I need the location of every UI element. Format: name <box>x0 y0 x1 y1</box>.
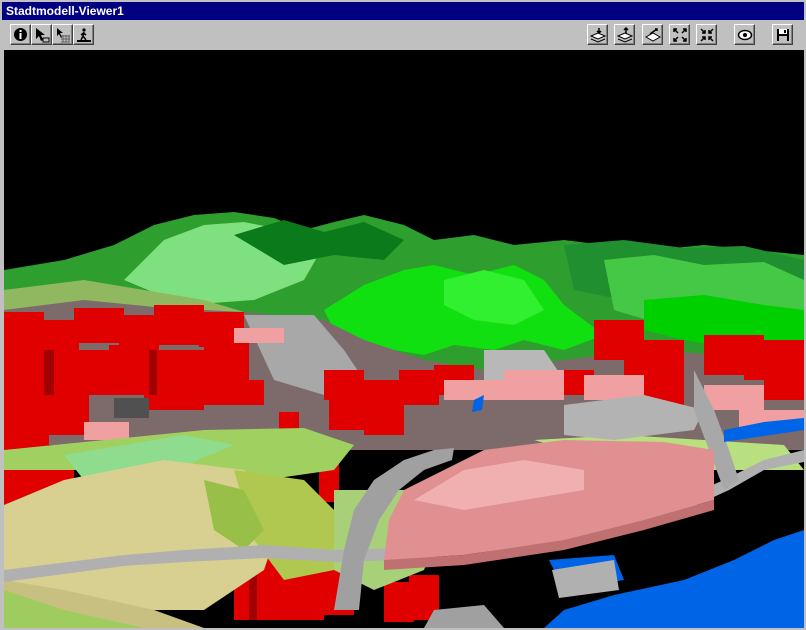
3d-city-viewport[interactable] <box>4 50 804 628</box>
toolbar <box>2 22 804 48</box>
window-title: Stadtmodell-Viewer1 <box>2 2 804 20</box>
walk-button[interactable] <box>73 24 94 45</box>
zoom-out-icon <box>699 27 715 43</box>
zoom-in-icon <box>672 27 688 43</box>
app-window: Stadtmodell-Viewer1 <box>0 0 806 630</box>
layer-down-button[interactable] <box>587 24 608 45</box>
info-button[interactable] <box>10 24 31 45</box>
save-icon <box>775 27 791 43</box>
pan-grid-icon <box>55 27 71 43</box>
layers-down-icon <box>589 27 606 43</box>
info-icon <box>13 27 28 42</box>
select-pointer-icon <box>34 27 50 43</box>
walk-figure-icon <box>76 27 92 43</box>
zoom-in-button[interactable] <box>669 24 690 45</box>
select-button[interactable] <box>31 24 52 45</box>
zoom-out-button[interactable] <box>696 24 717 45</box>
save-button[interactable] <box>772 24 793 45</box>
city-model-render <box>4 50 804 628</box>
rotate-button[interactable] <box>642 24 663 45</box>
layers-up-icon <box>616 26 633 43</box>
pan-button[interactable] <box>52 24 73 45</box>
orbit-button[interactable] <box>734 24 755 45</box>
layer-up-button[interactable] <box>614 24 635 45</box>
rotate-view-icon <box>644 27 661 43</box>
orbit-eye-icon <box>737 27 753 43</box>
